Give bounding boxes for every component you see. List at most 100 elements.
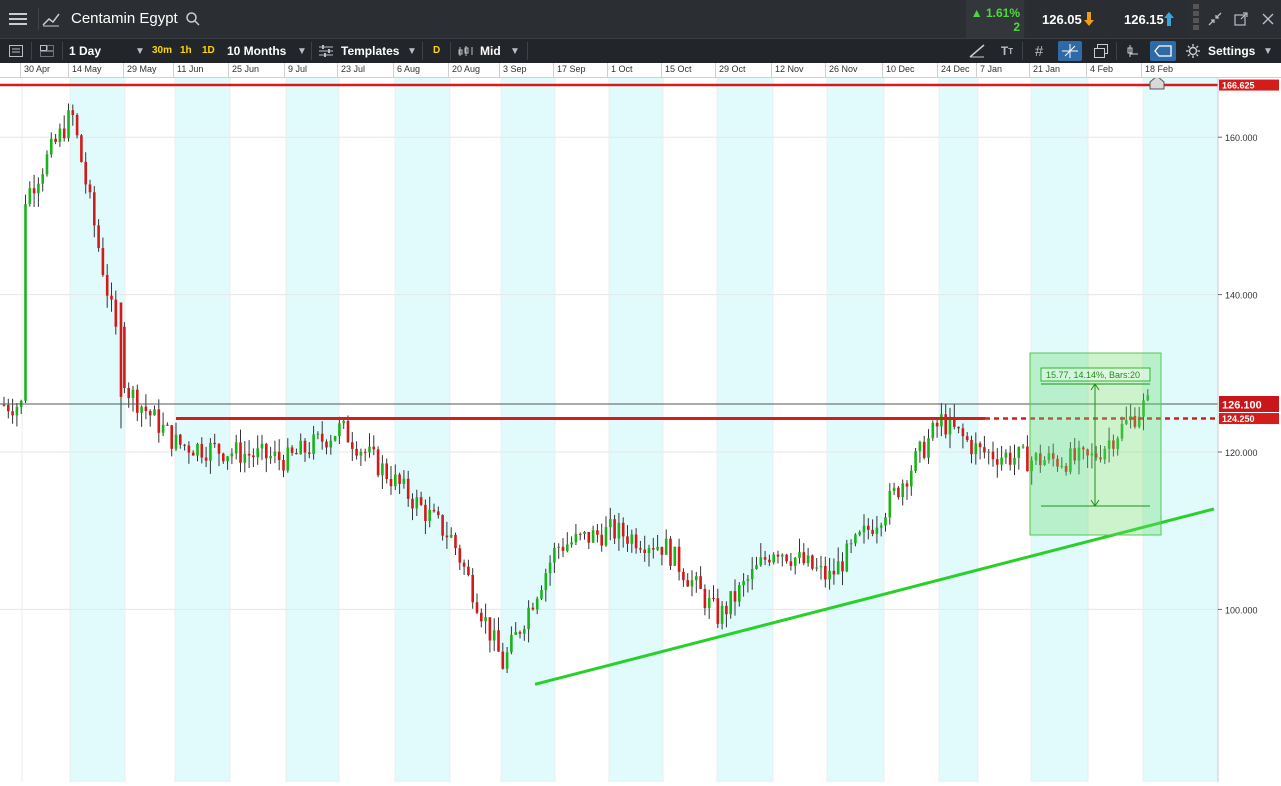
candle-down xyxy=(600,534,603,546)
menu-icon[interactable] xyxy=(6,9,30,29)
chart-type-icon[interactable] xyxy=(38,8,63,30)
candle-down xyxy=(686,580,689,587)
candle-down xyxy=(703,588,707,609)
settings-gear-icon[interactable] xyxy=(1184,42,1202,60)
close-icon[interactable] xyxy=(1259,10,1277,28)
candle-up xyxy=(570,542,573,545)
candle-up xyxy=(196,443,199,456)
price-chart[interactable]: 15.77, 14.14%, Bars:20 160.000 140.000 120… xyxy=(0,0,1281,786)
quick-interval-30m[interactable]: 30m xyxy=(150,44,175,58)
candle-up xyxy=(798,552,801,558)
interval-select[interactable]: 1 Day xyxy=(69,39,101,63)
price-tick-label: 160.000 xyxy=(1225,133,1258,143)
search-icon[interactable] xyxy=(184,10,202,28)
candle-up xyxy=(884,517,887,526)
popout-icon[interactable] xyxy=(1232,10,1250,28)
range-dropdown-icon[interactable]: ▼ xyxy=(297,39,307,63)
range-select[interactable]: 10 Months xyxy=(227,39,286,63)
candle-up xyxy=(574,533,578,543)
candle-down xyxy=(712,597,715,599)
grid-icon[interactable]: # xyxy=(1028,42,1050,60)
date-tick xyxy=(499,63,500,77)
buy-button[interactable]: 126.15 xyxy=(1108,0,1188,38)
date-tick xyxy=(284,63,285,77)
candle-down xyxy=(776,554,780,557)
date-tick xyxy=(607,63,608,77)
candle-up xyxy=(647,548,651,554)
draw-line-icon[interactable] xyxy=(966,42,988,60)
candle-up xyxy=(510,634,513,653)
interval-dropdown-icon[interactable]: ▼ xyxy=(135,39,145,63)
indicator-icon[interactable] xyxy=(1122,42,1142,60)
candle-down xyxy=(295,452,298,455)
templates-dropdown-icon[interactable]: ▼ xyxy=(407,39,417,63)
templates-icon[interactable] xyxy=(317,43,335,59)
price-type-icon[interactable] xyxy=(456,43,476,59)
d-badge[interactable]: D xyxy=(431,44,443,58)
price-type-dropdown-icon[interactable]: ▼ xyxy=(510,39,520,63)
candle-up xyxy=(862,525,866,533)
copy-icon[interactable] xyxy=(1090,42,1112,60)
date-tick xyxy=(1029,63,1030,77)
crosshair-icon[interactable] xyxy=(1058,41,1082,61)
candle-down xyxy=(978,443,982,448)
candle-up xyxy=(24,204,27,401)
sell-button[interactable]: 126.05 xyxy=(1026,0,1106,38)
candle-up xyxy=(131,389,135,399)
candle-up xyxy=(316,433,320,435)
text-tool-icon[interactable]: TT xyxy=(996,42,1018,60)
candle-up xyxy=(37,183,40,194)
candle-down xyxy=(621,522,625,537)
week-band xyxy=(717,78,773,782)
candle-up xyxy=(604,527,608,546)
candle-up xyxy=(557,546,560,548)
candle-up xyxy=(312,434,315,454)
layout-icon[interactable] xyxy=(36,42,58,60)
candle-down xyxy=(991,451,995,460)
list-icon[interactable] xyxy=(6,42,26,60)
instrument-name[interactable]: Centamin Egypt xyxy=(71,10,178,27)
candle-down xyxy=(351,442,354,449)
settings-dropdown-icon[interactable]: ▼ xyxy=(1263,39,1273,63)
candle-down xyxy=(11,411,14,416)
candle-down xyxy=(669,538,672,566)
candle-up xyxy=(428,509,431,521)
collapse-icon[interactable] xyxy=(1206,10,1224,28)
candle-up xyxy=(67,110,70,139)
settings-button[interactable]: Settings xyxy=(1208,39,1255,63)
quick-interval-1d[interactable]: 1D xyxy=(200,44,217,58)
date-tick-label: 15 Oct xyxy=(665,64,692,74)
candle-down xyxy=(406,478,410,499)
candle-up xyxy=(299,440,302,455)
candle-up xyxy=(58,128,62,142)
week-band xyxy=(827,78,884,782)
candle-up xyxy=(918,441,922,452)
candle-up xyxy=(50,138,53,155)
candle-down xyxy=(497,630,500,652)
candle-down xyxy=(204,457,208,461)
candle-up xyxy=(544,573,548,591)
tag-icon[interactable] xyxy=(1150,41,1176,61)
candle-down xyxy=(634,534,638,549)
candle-down xyxy=(308,452,311,454)
candle-down xyxy=(441,515,444,536)
candle-down xyxy=(398,474,401,484)
candle-down xyxy=(785,554,788,562)
candle-down xyxy=(372,446,376,450)
candle-down xyxy=(768,559,771,563)
candle-up xyxy=(738,585,741,602)
candle-up xyxy=(617,522,621,539)
candle-down xyxy=(905,483,909,487)
week-band xyxy=(395,78,450,782)
candle-down xyxy=(170,425,173,449)
date-axis: 30 Apr 14 May 29 May 11 Jun 25 Jun 9 Jul 23 Ju… xyxy=(0,63,1281,78)
quick-interval-1h[interactable]: 1h xyxy=(178,44,194,58)
candle-down xyxy=(7,405,10,412)
price-type-select[interactable]: Mid xyxy=(480,39,501,63)
candle-down xyxy=(699,576,702,589)
candle-down xyxy=(458,548,462,563)
candle-up xyxy=(940,414,943,427)
candle-up xyxy=(742,581,745,586)
candle-up xyxy=(140,406,143,413)
templates-button[interactable]: Templates xyxy=(341,39,399,63)
